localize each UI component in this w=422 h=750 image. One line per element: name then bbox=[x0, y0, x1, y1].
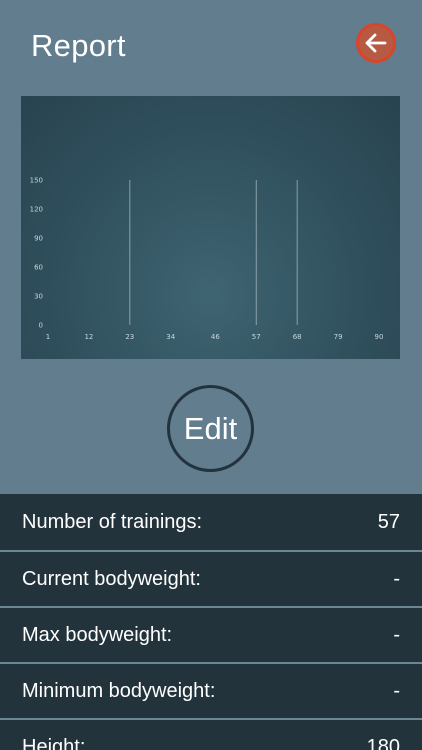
x-tick-label: 90 bbox=[375, 333, 384, 341]
x-tick-label: 46 bbox=[211, 333, 220, 341]
stat-row-min-bodyweight: Minimum bodyweight: - bbox=[0, 664, 422, 720]
stat-row-height: Height: 180 bbox=[0, 720, 422, 750]
stat-value: 180 bbox=[366, 735, 400, 750]
stat-label: Height: bbox=[22, 735, 86, 750]
stat-value: - bbox=[393, 623, 400, 646]
back-button[interactable] bbox=[356, 23, 396, 63]
chart-svg: 0 30 60 90 120 150 1 12 23 34 46 57 68 79 90 bbox=[30, 177, 384, 342]
y-tick-label: 150 bbox=[30, 177, 43, 185]
arrow-left-icon bbox=[365, 33, 387, 53]
x-tick-label: 79 bbox=[334, 333, 343, 341]
x-tick-label: 68 bbox=[293, 333, 302, 341]
stat-row-max-bodyweight: Max bodyweight: - bbox=[0, 608, 422, 664]
stat-value: - bbox=[393, 679, 400, 702]
stat-value: - bbox=[393, 567, 400, 590]
y-tick-label: 120 bbox=[30, 206, 43, 214]
chart: 0 30 60 90 120 150 1 12 23 34 46 57 68 79 90 bbox=[21, 96, 400, 359]
stat-value: 57 bbox=[377, 510, 400, 533]
y-tick-label: 0 bbox=[39, 322, 43, 330]
stats-list: Number of trainings: 57 Current bodyweig… bbox=[0, 494, 422, 750]
stat-label: Number of trainings: bbox=[22, 510, 203, 533]
stat-label: Max bodyweight: bbox=[22, 623, 173, 646]
stat-row-current-bodyweight: Current bodyweight: - bbox=[0, 552, 422, 608]
y-tick-label: 30 bbox=[34, 293, 43, 301]
x-tick-label: 12 bbox=[84, 333, 93, 341]
page-title: Report bbox=[31, 28, 126, 63]
x-tick-label: 34 bbox=[166, 333, 175, 341]
stat-label: Current bodyweight: bbox=[22, 567, 201, 590]
x-tick-label: 1 bbox=[46, 333, 50, 341]
header: Report bbox=[0, 0, 422, 92]
edit-button[interactable]: Edit bbox=[167, 385, 254, 472]
y-tick-label: 90 bbox=[34, 235, 43, 243]
stat-label: Minimum bodyweight: bbox=[22, 679, 216, 702]
x-tick-label: 23 bbox=[125, 333, 134, 341]
y-tick-label: 60 bbox=[34, 264, 43, 272]
stat-row-trainings: Number of trainings: 57 bbox=[0, 494, 422, 552]
x-tick-label: 57 bbox=[252, 333, 261, 341]
